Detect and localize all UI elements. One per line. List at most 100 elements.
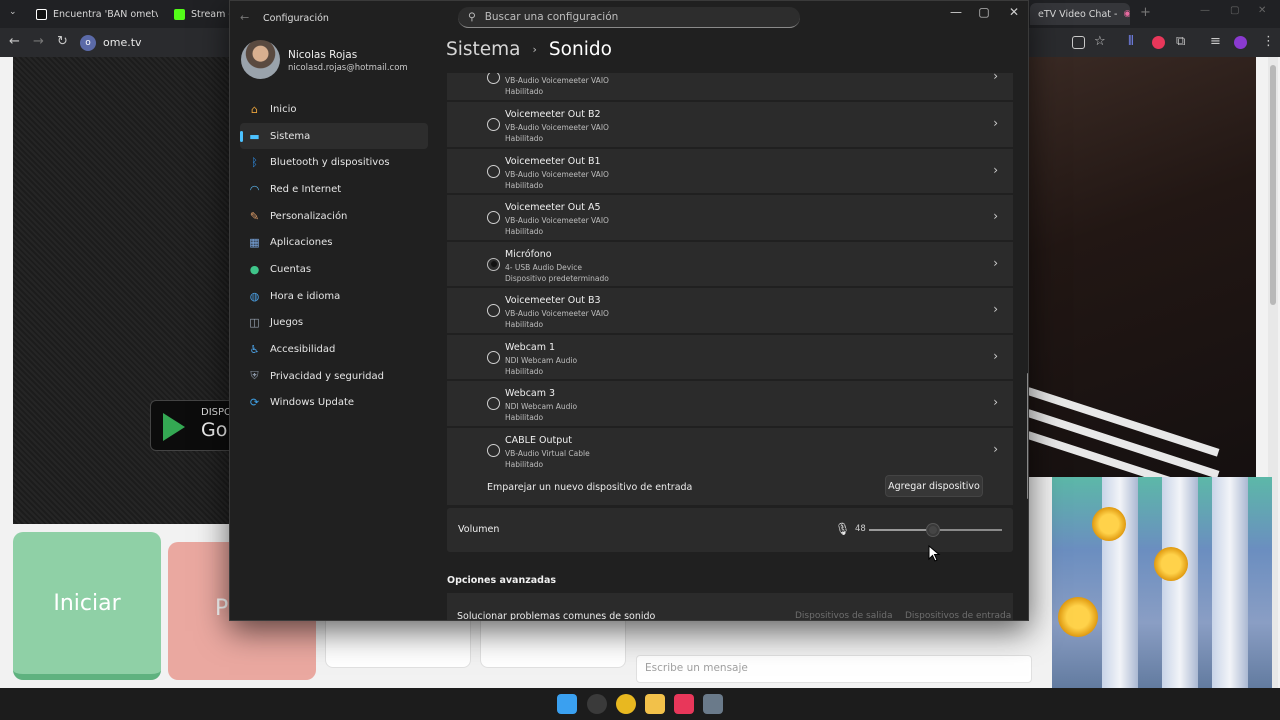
device-status: Dispositivo predeterminado bbox=[505, 273, 609, 283]
google-play-badge[interactable]: DISPO Go bbox=[150, 400, 240, 451]
settings-icon[interactable] bbox=[703, 694, 723, 714]
extensions-puzzle-icon[interactable]: ⧉ bbox=[1176, 34, 1185, 49]
device-row[interactable]: CABLE Output VB-Audio Virtual Cable Habi… bbox=[447, 427, 1013, 474]
device-radio[interactable] bbox=[487, 443, 500, 457]
game-coin bbox=[1058, 597, 1098, 637]
device-row[interactable]: Voicemeeter Out B2 VB-Audio Voicemeeter … bbox=[447, 102, 1013, 148]
nav-item-cuentas[interactable]: ● Cuentas bbox=[240, 256, 428, 283]
nav-item-windows-update[interactable]: ⟳ Windows Update bbox=[240, 390, 428, 417]
bluetooth-icon: ᛒ bbox=[251, 156, 258, 170]
nav-item-personalizacion[interactable]: ✎ Personalización bbox=[240, 203, 428, 230]
device-row[interactable]: VB-Audio Voicemeeter VAIO Habilitado › bbox=[447, 73, 1013, 101]
nav-item-hora[interactable]: ◍ Hora e idioma bbox=[240, 283, 428, 310]
shield-icon: ⛨ bbox=[250, 369, 259, 383]
extension-red-icon[interactable] bbox=[1152, 36, 1165, 49]
minimize-browser-icon[interactable]: — bbox=[1200, 5, 1210, 16]
nav-item-inicio[interactable]: ⌂ Inicio bbox=[240, 96, 428, 123]
device-radio-selected[interactable] bbox=[487, 257, 500, 271]
extension-voice-icon[interactable]: ⦀ bbox=[1128, 34, 1134, 49]
new-tab-icon[interactable]: + bbox=[1140, 5, 1151, 20]
maximize-icon[interactable]: ▢ bbox=[974, 5, 994, 19]
browser-tab-tiktok[interactable]: Encuentra 'BAN ometv d ✕ bbox=[28, 3, 158, 25]
page-scrollbar-thumb[interactable] bbox=[1270, 65, 1276, 305]
device-radio[interactable] bbox=[487, 164, 500, 178]
tiktok-icon[interactable] bbox=[674, 694, 694, 714]
start-button[interactable]: Iniciar bbox=[13, 532, 161, 680]
bookmark-star-icon[interactable]: ☆ bbox=[1094, 34, 1106, 49]
message-input[interactable]: Escribe un mensaje bbox=[636, 655, 1032, 683]
nav-item-label: Red e Internet bbox=[270, 183, 342, 195]
device-radio[interactable] bbox=[487, 211, 500, 224]
breadcrumb-parent[interactable]: Sistema bbox=[446, 39, 521, 60]
nav-item-label: Hora e idioma bbox=[270, 290, 341, 302]
kick-favicon-icon bbox=[174, 8, 185, 20]
device-row[interactable]: Webcam 3 NDI Webcam Audio Habilitado › bbox=[447, 381, 1013, 427]
device-radio[interactable] bbox=[487, 350, 500, 364]
microphone-icon[interactable]: 🎙 bbox=[835, 522, 850, 536]
device-radio[interactable] bbox=[487, 304, 500, 317]
nav-item-juegos[interactable]: ◫ Juegos bbox=[240, 310, 428, 337]
volume-slider-fill bbox=[869, 529, 933, 531]
browser-menu-icon[interactable]: ⋮ bbox=[1262, 34, 1275, 49]
maximize-browser-icon[interactable]: ▢ bbox=[1230, 5, 1239, 16]
back-arrow-icon[interactable]: ← bbox=[240, 11, 249, 24]
game-coin bbox=[1092, 507, 1126, 541]
device-name: Voicemeeter Out B1 bbox=[505, 155, 601, 167]
volume-value: 48 bbox=[855, 524, 866, 534]
device-row[interactable]: Micrófono 4- USB Audio Device Dispositiv… bbox=[447, 241, 1013, 288]
browser-tab-kick[interactable]: Stream - Ki bbox=[166, 3, 230, 25]
chevron-right-icon: › bbox=[993, 73, 998, 83]
close-browser-icon[interactable]: ✕ bbox=[1258, 5, 1266, 16]
nav-item-privacidad[interactable]: ⛨ Privacidad y seguridad bbox=[240, 363, 428, 390]
install-app-icon[interactable] bbox=[1072, 36, 1085, 49]
nav-item-label: Accesibilidad bbox=[270, 344, 336, 356]
file-explorer-icon[interactable] bbox=[645, 694, 665, 714]
input-devices-link[interactable]: Dispositivos de entrada bbox=[905, 611, 1011, 620]
device-radio[interactable] bbox=[487, 118, 500, 131]
user-profile[interactable]: Nicolas Rojas nicolasd.rojas@hotmail.com bbox=[241, 40, 441, 80]
obs-icon[interactable] bbox=[587, 694, 607, 714]
device-row[interactable]: Voicemeeter Out B1 VB-Audio Voicemeeter … bbox=[447, 148, 1013, 195]
breadcrumb: Sistema › Sonido bbox=[446, 39, 612, 60]
browser-tab-ometv[interactable]: eTV Video Chat - ◉ ✕ bbox=[1030, 3, 1130, 25]
url-field[interactable]: o ome.tv bbox=[80, 32, 230, 53]
device-row[interactable]: Webcam 1 NDI Webcam Audio Habilitado › bbox=[447, 334, 1013, 381]
avatar bbox=[241, 40, 280, 79]
output-devices-link[interactable]: Dispositivos de salida bbox=[795, 611, 892, 620]
reload-icon[interactable]: ↻ bbox=[57, 34, 68, 49]
close-icon[interactable]: ✕ bbox=[1004, 5, 1024, 19]
device-name: Webcam 1 bbox=[505, 341, 556, 353]
device-name: Voicemeeter Out B2 bbox=[505, 109, 601, 120]
nav-item-aplicaciones[interactable]: ▦ Aplicaciones bbox=[240, 229, 428, 256]
chrome-icon[interactable] bbox=[616, 694, 636, 714]
nav-item-red[interactable]: ◠ Red e Internet bbox=[240, 176, 428, 203]
device-radio[interactable] bbox=[487, 397, 500, 410]
windows-taskbar bbox=[0, 688, 1280, 720]
back-icon[interactable]: ← bbox=[9, 34, 20, 49]
windows-start-icon[interactable] bbox=[557, 694, 577, 714]
nav-item-accesibilidad[interactable]: ♿ Accesibilidad bbox=[240, 336, 428, 363]
page-title: Sonido bbox=[548, 39, 612, 60]
window-scrollbar[interactable] bbox=[1027, 373, 1028, 499]
device-radio[interactable] bbox=[487, 73, 500, 84]
add-device-button[interactable]: Agregar dispositivo bbox=[885, 475, 983, 497]
tab-search-icon[interactable]: ⌄ bbox=[9, 7, 17, 17]
device-row[interactable]: Voicemeeter Out B3 VB-Audio Voicemeeter … bbox=[447, 288, 1013, 334]
game-coin bbox=[1154, 547, 1188, 581]
profile-avatar-icon[interactable] bbox=[1234, 36, 1247, 49]
nav-item-label: Inicio bbox=[270, 103, 297, 115]
nav-item-bluetooth[interactable]: ᛒ Bluetooth y dispositivos bbox=[240, 149, 428, 176]
media-queue-icon[interactable]: ≡ bbox=[1210, 34, 1221, 49]
nav-item-sistema[interactable]: ▬ Sistema bbox=[240, 122, 428, 150]
troubleshoot-row: Solucionar problemas comunes de sonido D… bbox=[447, 593, 1013, 620]
search-input[interactable]: ⚲ Buscar una configuración bbox=[458, 7, 800, 28]
device-driver: NDI Webcam Audio bbox=[505, 402, 578, 411]
chevron-right-icon: › bbox=[532, 43, 537, 56]
volume-slider[interactable] bbox=[869, 524, 1002, 536]
site-info-icon[interactable]: o bbox=[80, 34, 96, 51]
minimize-icon[interactable]: — bbox=[946, 5, 966, 19]
forward-icon[interactable]: → bbox=[33, 34, 44, 49]
device-driver: VB-Audio Voicemeeter VAIO bbox=[505, 123, 609, 132]
device-row[interactable]: Voicemeeter Out A5 VB-Audio Voicemeeter … bbox=[447, 195, 1013, 241]
volume-slider-thumb[interactable] bbox=[926, 524, 939, 536]
